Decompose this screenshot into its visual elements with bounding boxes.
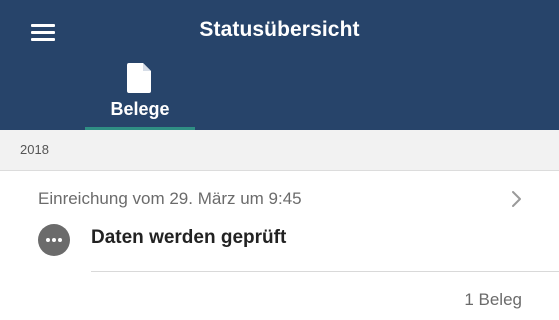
app-window: Statusübersicht Belege 2018 Einreichung … [0, 0, 559, 320]
app-header: Statusübersicht Belege [0, 0, 559, 130]
submission-status: Daten werden geprüft [91, 227, 287, 248]
page-title: Statusübersicht [199, 18, 360, 41]
tab-belege[interactable]: Belege [85, 58, 195, 130]
divider [91, 271, 559, 272]
submission-list-item[interactable]: Einreichung vom 29. März um 9:45 Daten w… [0, 171, 559, 320]
tab-label: Belege [110, 99, 170, 119]
receipt-count: 1 Beleg [464, 290, 522, 309]
more-dots-icon [38, 224, 70, 256]
document-icon [127, 63, 151, 93]
year-section-header: 2018 [0, 130, 559, 171]
section-year: 2018 [20, 142, 49, 157]
chevron-right-icon [512, 191, 521, 207]
submission-date: Einreichung vom 29. März um 9:45 [38, 189, 302, 208]
